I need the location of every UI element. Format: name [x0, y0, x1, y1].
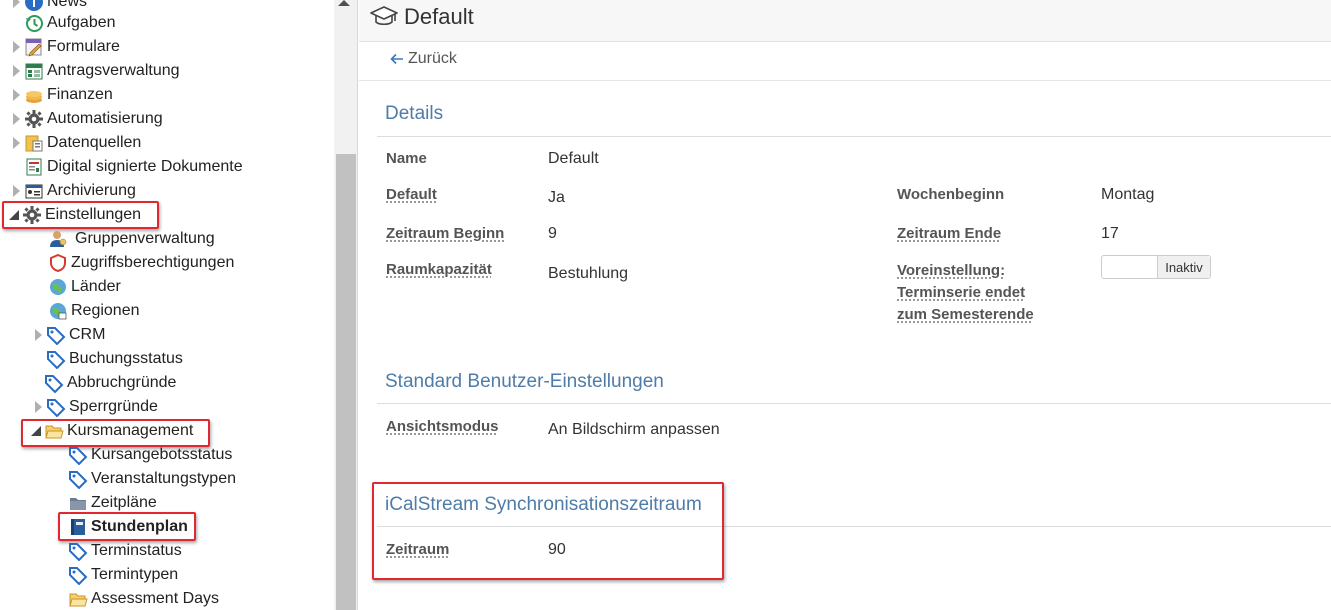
content-area: Details Name Default Default Ja Wochenbe… [359, 80, 1331, 610]
value-raumkapazitaet: Bestuhlung [548, 265, 629, 282]
label-wochenbeginn: Wochenbeginn [897, 186, 1005, 203]
section-divider [377, 136, 1331, 137]
section-title-details: Details [385, 103, 444, 124]
open-folder-icon [68, 589, 88, 609]
form-edit-icon [24, 37, 44, 57]
expand-arrow-icon[interactable] [10, 64, 22, 78]
archive-card-icon [24, 181, 44, 201]
tree-item-termintypen[interactable]: Termintypen [54, 563, 178, 587]
table-grid-icon [24, 61, 44, 81]
toggle-state-label: Inaktiv [1158, 256, 1210, 278]
shield-icon [48, 253, 68, 273]
main-content: Default Zurück Details Name Default Defa… [359, 0, 1331, 610]
section-title-benutzer-einstellungen: Standard Benutzer-Einstellungen [385, 371, 664, 392]
expand-arrow-icon[interactable] [32, 400, 44, 414]
value-zeitraum-ende: 17 [1101, 225, 1119, 242]
section-divider [377, 403, 1331, 404]
tag-icon [68, 445, 88, 465]
expand-arrow-icon[interactable] [10, 112, 22, 126]
tree-scrollbar-thumb[interactable] [336, 154, 356, 610]
gear-icon [24, 109, 44, 129]
tree-item-zugriffsberechtigungen[interactable]: Zugriffsberechtigungen [34, 251, 234, 275]
tree-item-buchungsstatus[interactable]: Buchungsstatus [32, 347, 183, 371]
expand-arrow-icon[interactable] [10, 184, 22, 198]
back-link[interactable]: Zurück [389, 50, 457, 68]
highlight-stundenplan [58, 512, 196, 541]
scroll-up-arrow-icon[interactable] [338, 0, 350, 6]
expand-arrow-icon[interactable] [10, 40, 22, 54]
expand-arrow-icon[interactable] [32, 328, 44, 342]
database-folder-icon [24, 133, 44, 153]
coins-icon [24, 85, 44, 105]
label-ansichtsmodus: Ansichtsmodus [386, 418, 499, 435]
tag-icon [46, 325, 66, 345]
folder-icon [68, 493, 88, 513]
tree-item-laender[interactable]: Länder [34, 275, 121, 299]
label-name: Name [386, 150, 427, 167]
tree-item-sperrgruende[interactable]: Sperrgründe [32, 395, 158, 419]
highlight-einstellungen [2, 201, 159, 229]
page-header: Default [359, 0, 1331, 42]
arrow-left-icon [390, 53, 403, 65]
tag-icon [68, 565, 88, 585]
value-default: Ja [548, 189, 565, 206]
graduation-cap-icon [370, 4, 398, 28]
tree-item-crm[interactable]: CRM [32, 323, 105, 347]
expand-arrow-icon[interactable] [10, 0, 22, 9]
navigation-tree: News Aufgaben Formulare Antragsverwaltun… [0, 0, 358, 610]
label-voreinstellung-3: zum Semesterende [897, 306, 1034, 323]
value-zeitraum-beginn: 9 [548, 225, 557, 242]
tag-icon [68, 469, 88, 489]
tree-item-terminstatus[interactable]: Terminstatus [54, 539, 182, 563]
page-title: Default [404, 4, 474, 29]
tree-item-archivierung[interactable]: Archivierung [10, 179, 136, 203]
value-wochenbeginn: Montag [1101, 186, 1155, 203]
tree-item-automatisierung[interactable]: Automatisierung [10, 107, 163, 131]
tag-icon [44, 373, 64, 393]
expand-arrow-icon[interactable] [10, 88, 22, 102]
tree-item-formulare[interactable]: Formulare [10, 35, 120, 59]
label-voreinstellung-2: Terminserie endet [897, 284, 1026, 301]
tree-item-aufgaben[interactable]: Aufgaben [10, 11, 116, 35]
tree-item-assessment-days[interactable]: Assessment Days [54, 587, 219, 610]
tree-item-finanzen[interactable]: Finanzen [10, 83, 113, 107]
toggle-knob[interactable] [1102, 256, 1158, 278]
globe-icon [48, 277, 68, 297]
expand-arrow-icon[interactable] [10, 136, 22, 150]
label-zeitraum-ende: Zeitraum Ende [897, 225, 1002, 242]
label-default: Default [386, 186, 437, 203]
label-zeitraum-beginn: Zeitraum Beginn [386, 225, 505, 242]
label-raumkapazitaet: Raumkapazität [386, 261, 492, 278]
label-voreinstellung-1: Voreinstellung: [897, 262, 1006, 279]
tree-item-kursangebotsstatus[interactable]: Kursangebotsstatus [54, 443, 232, 467]
tag-icon [46, 397, 66, 417]
tree-item-antragsverwaltung[interactable]: Antragsverwaltung [10, 59, 180, 83]
tree-item-regionen[interactable]: Regionen [34, 299, 140, 323]
globe-map-icon [48, 301, 68, 321]
value-name: Default [548, 150, 599, 167]
tag-icon [46, 349, 66, 369]
history-clock-icon [24, 13, 44, 33]
tree-item-datenquellen[interactable]: Datenquellen [10, 131, 141, 155]
tree-item-veranstaltungstypen[interactable]: Veranstaltungstypen [54, 467, 236, 491]
tree-item-digital-signierte-dokumente[interactable]: Digital signierte Dokumente [10, 155, 243, 179]
tag-icon [68, 541, 88, 561]
user-group-icon [48, 229, 68, 249]
tree-item-gruppenverwaltung[interactable]: Gruppenverwaltung [34, 227, 215, 251]
signed-document-icon [24, 157, 44, 177]
tree-item-abbruchgruende[interactable]: Abbruchgründe [30, 371, 176, 395]
voreinstellung-toggle[interactable]: Inaktiv [1101, 255, 1211, 279]
highlight-icalstream-section [372, 482, 724, 580]
value-ansichtsmodus: An Bildschirm anpassen [548, 421, 720, 438]
back-label: Zurück [408, 50, 457, 67]
